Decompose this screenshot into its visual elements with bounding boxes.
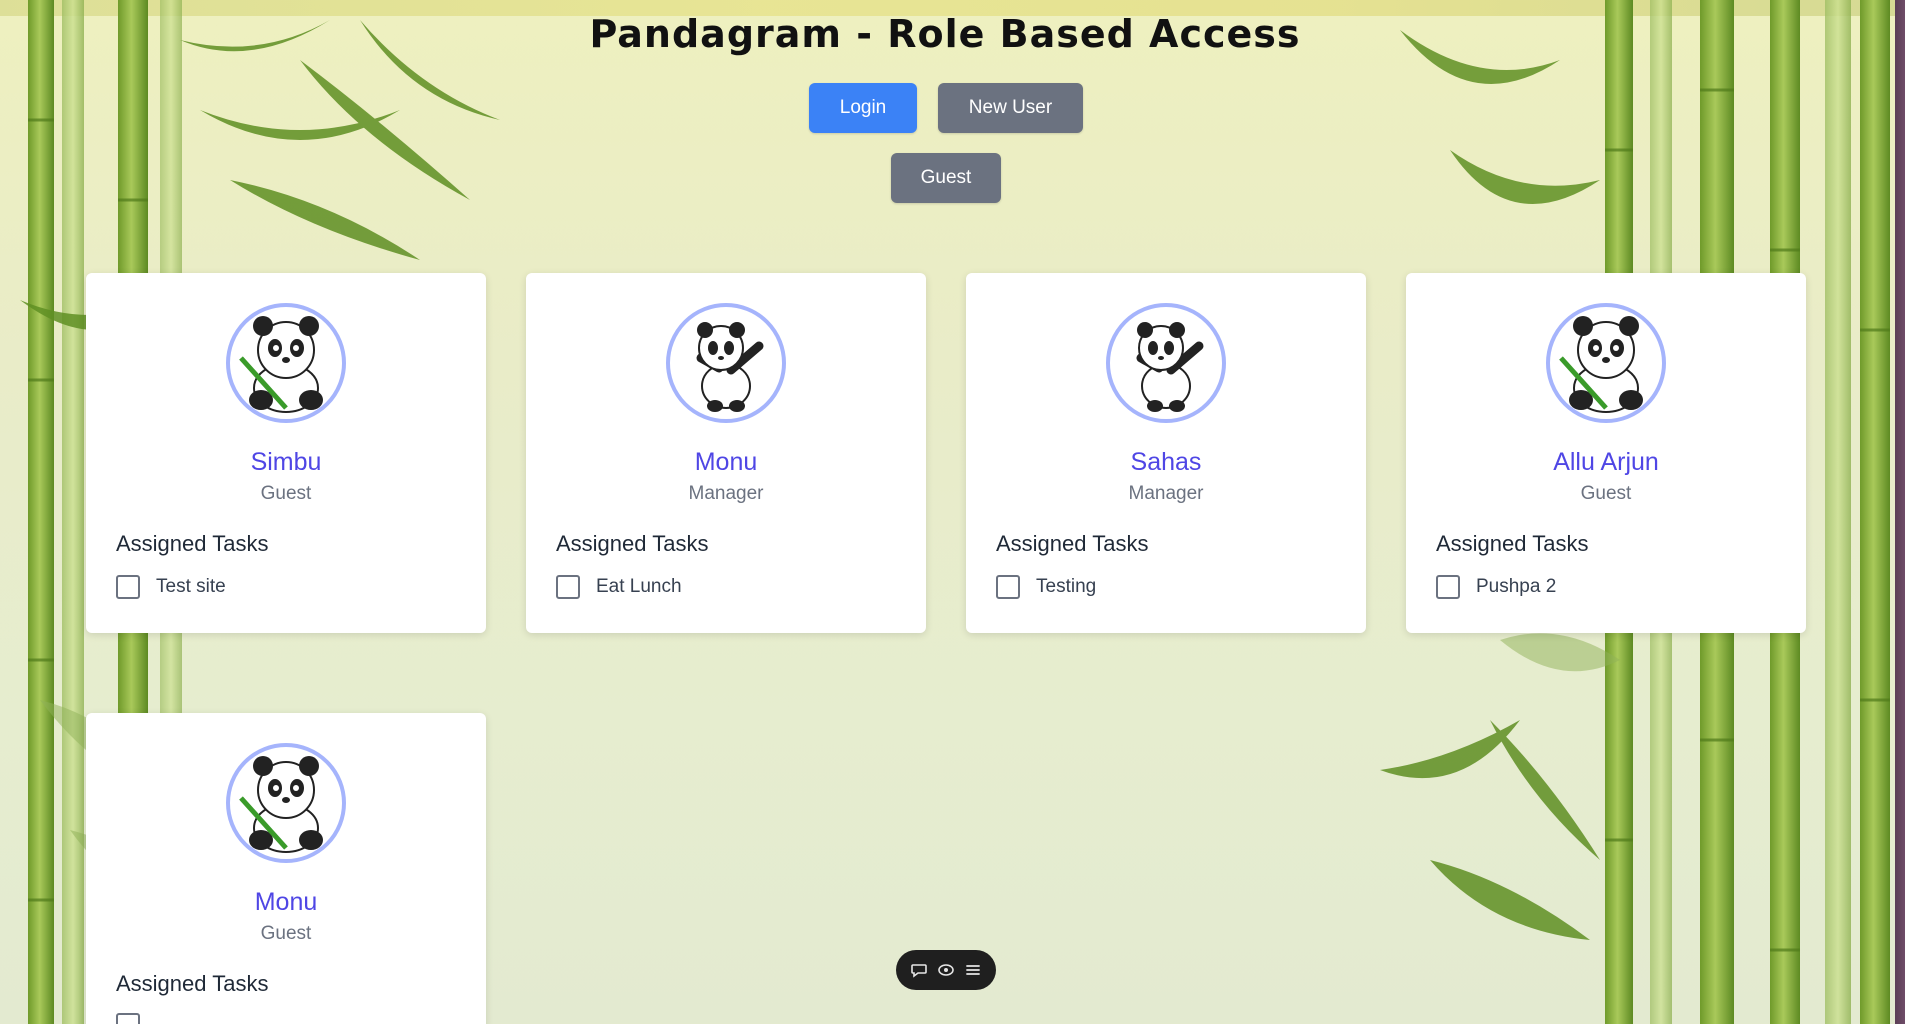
page-title: Pandagram - Role Based Access [589, 12, 1301, 56]
user-name: Sahas [1130, 448, 1202, 476]
user-name: Monu [694, 448, 758, 476]
user-name: Allu Arjun [1553, 448, 1659, 476]
panda-bamboo-icon [239, 316, 323, 413]
task-checkbox[interactable] [116, 575, 140, 599]
panda-bamboo-icon [239, 756, 323, 853]
avatar [666, 303, 786, 423]
user-card: Sahas Manager Assigned Tasks Testing [966, 273, 1366, 633]
user-role: Guest [1580, 483, 1632, 504]
user-card: Monu Guest Assigned Tasks [86, 713, 486, 1024]
assigned-tasks-heading: Assigned Tasks [116, 971, 269, 996]
chat-icon[interactable] [909, 960, 929, 980]
avatar [1106, 303, 1226, 423]
user-role: Guest [260, 923, 312, 944]
user-name: Monu [254, 888, 318, 916]
task-item: Test site [116, 575, 226, 599]
task-checkbox[interactable] [996, 575, 1020, 599]
panda-bamboo-icon [1559, 316, 1643, 413]
task-label: Testing [1036, 576, 1097, 597]
eye-icon[interactable] [936, 960, 956, 980]
assigned-tasks-heading: Assigned Tasks [556, 531, 709, 556]
user-card: Simbu Guest Assigned Tasks Test site [86, 273, 486, 633]
task-label: Pushpa 2 [1476, 576, 1557, 597]
user-role: Manager [1128, 483, 1204, 504]
task-item: Pushpa 2 [1436, 575, 1556, 599]
task-checkbox[interactable] [1436, 575, 1460, 599]
floating-toolbar [896, 950, 996, 990]
scrollbar[interactable] [1895, 0, 1905, 1024]
menu-icon[interactable] [963, 960, 983, 980]
user-card: Allu Arjun Guest Assigned Tasks Pushpa 2 [1406, 273, 1806, 633]
user-card: Monu Manager Assigned Tasks Eat Lunch [526, 273, 926, 633]
avatar [1546, 303, 1666, 423]
task-label: Eat Lunch [596, 576, 682, 597]
assigned-tasks-heading: Assigned Tasks [1436, 531, 1589, 556]
task-label: Test site [156, 576, 226, 597]
guest-button[interactable]: Guest [891, 153, 1001, 203]
task-item: Testing [996, 575, 1096, 599]
task-checkbox[interactable] [116, 1013, 140, 1024]
task-item [116, 1013, 140, 1024]
user-role: Manager [688, 483, 764, 504]
new-user-button[interactable]: New User [938, 83, 1083, 133]
task-checkbox[interactable] [556, 575, 580, 599]
user-name: Simbu [250, 448, 322, 476]
login-button[interactable]: Login [809, 83, 917, 133]
task-item: Eat Lunch [556, 575, 682, 599]
avatar [226, 743, 346, 863]
panda-dab-icon [1136, 322, 1204, 412]
user-role: Guest [260, 483, 312, 504]
assigned-tasks-heading: Assigned Tasks [996, 531, 1149, 556]
assigned-tasks-heading: Assigned Tasks [116, 531, 269, 556]
panda-dab-icon [696, 322, 764, 412]
avatar [226, 303, 346, 423]
